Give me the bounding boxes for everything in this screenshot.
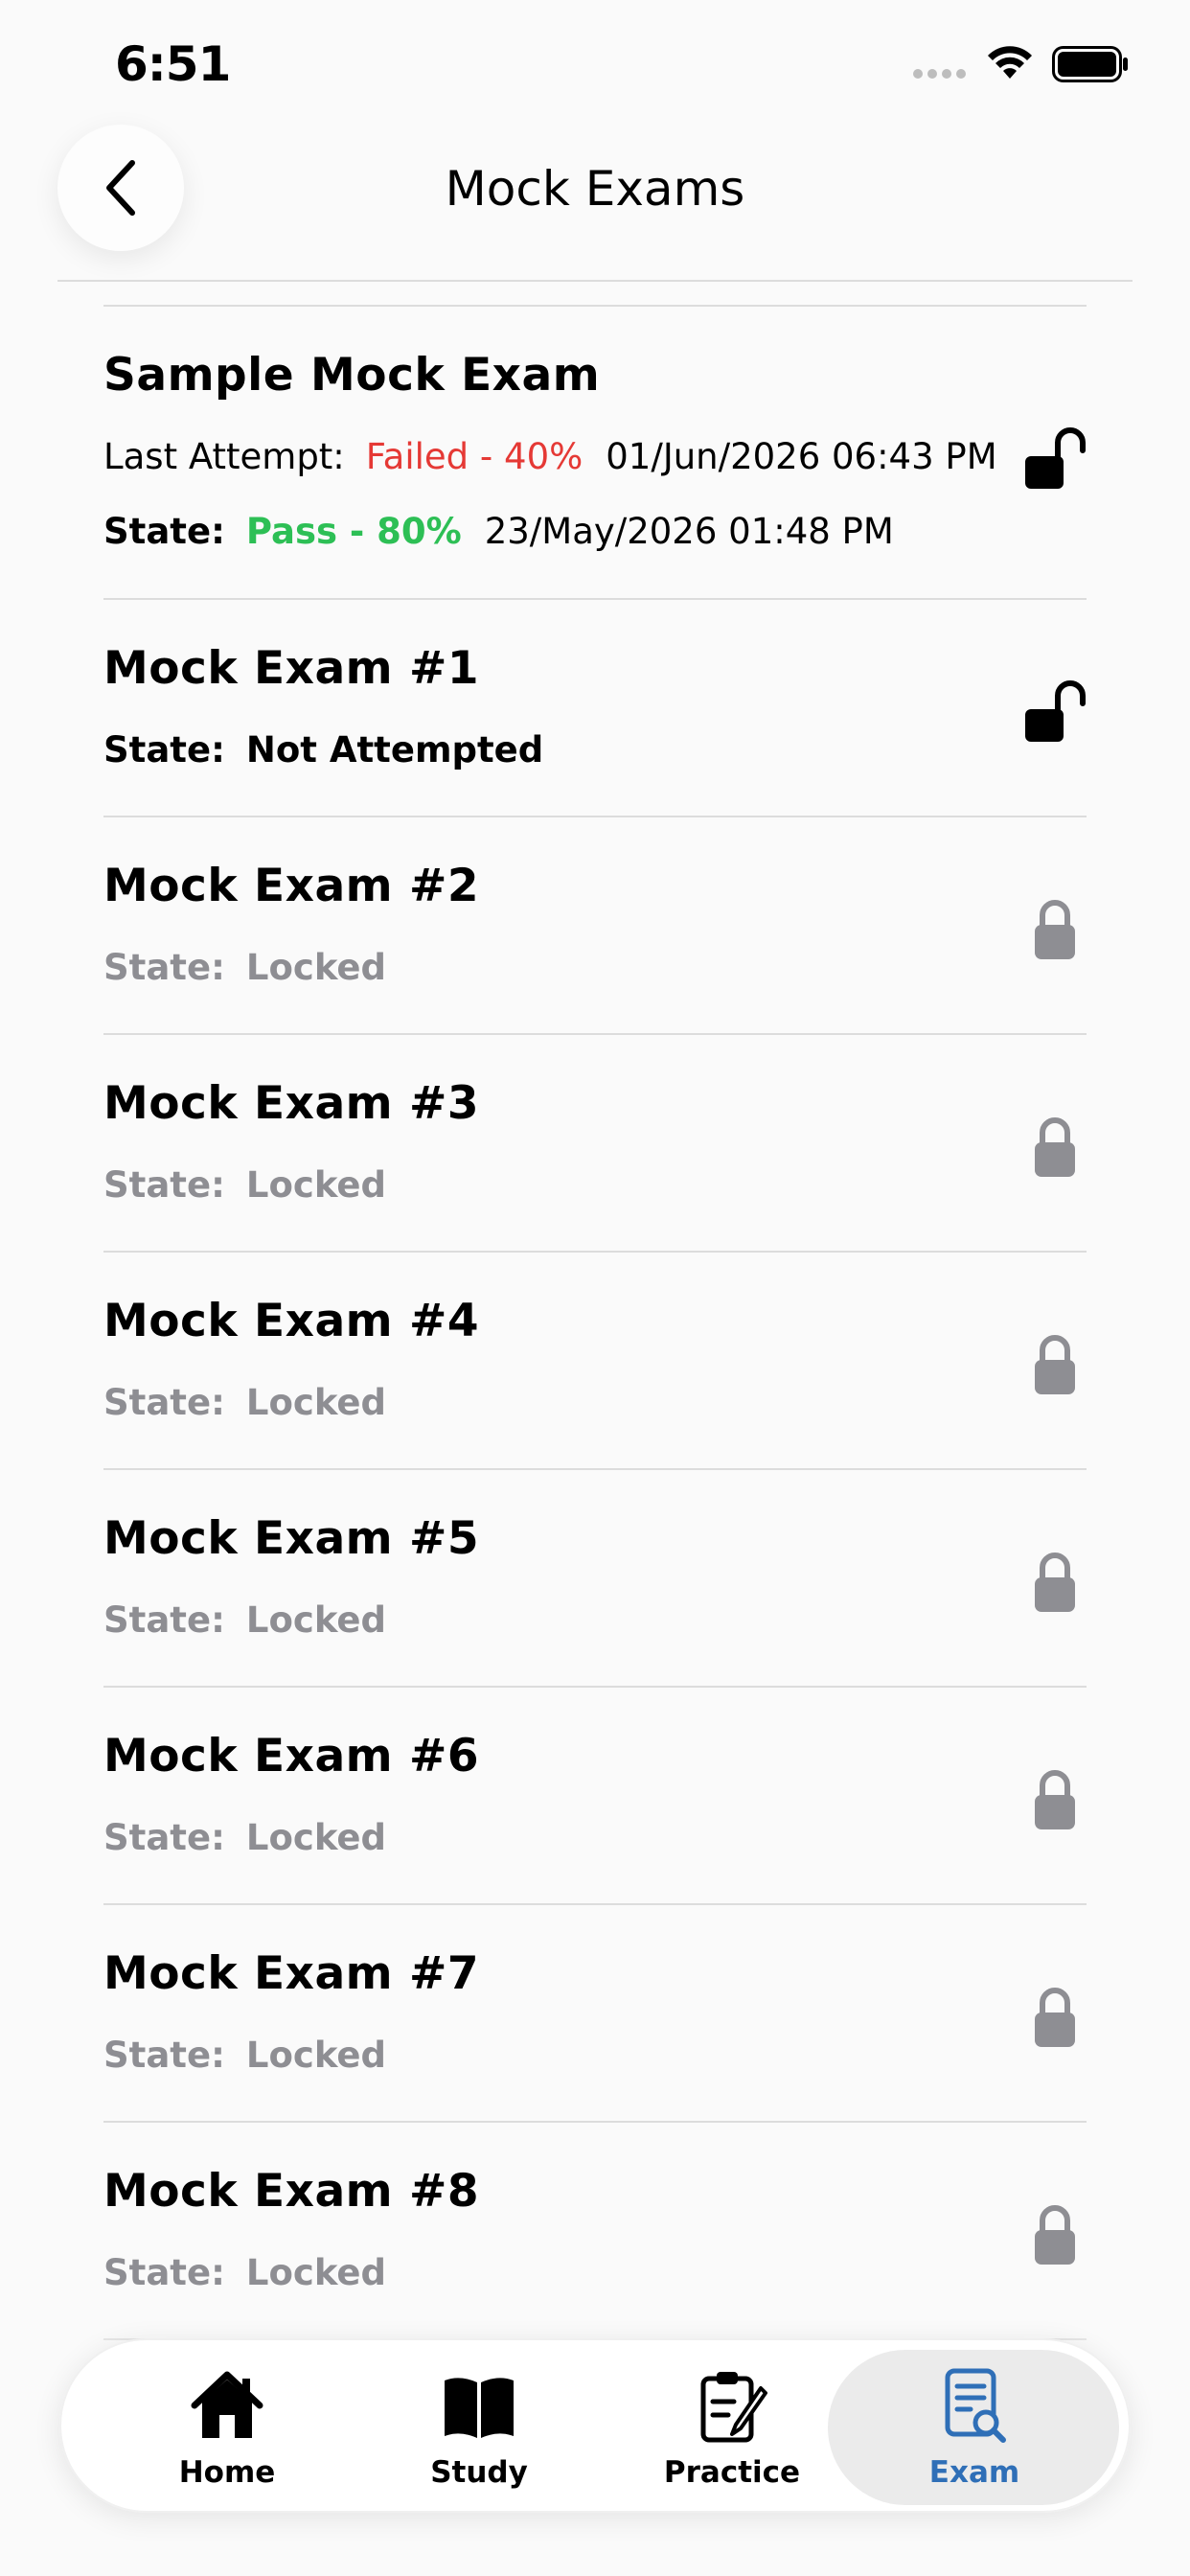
- state-value: Not Attempted: [245, 729, 544, 770]
- nav-label: Home: [178, 2455, 276, 2490]
- exam-search-icon: [945, 2368, 1006, 2443]
- state-row: State: Locked: [103, 947, 386, 988]
- exam-title: Mock Exam #7: [103, 1947, 480, 2000]
- state-label: State:: [103, 947, 225, 988]
- nav-label: Practice: [663, 2455, 801, 2490]
- unlocked-icon: [1025, 427, 1086, 489]
- state-value: Locked: [245, 1599, 387, 1641]
- exam-item-1[interactable]: Mock Exam #1 State: Not Attempted: [103, 598, 1087, 816]
- header-divider: [57, 280, 1133, 282]
- exam-item-5[interactable]: Mock Exam #5 State: Locked: [103, 1468, 1087, 1686]
- nav-item-home[interactable]: Home: [122, 2340, 332, 2515]
- nav-item-study[interactable]: Study: [374, 2340, 584, 2515]
- wifi-icon: [988, 46, 1032, 79]
- last-attempt-label: Last Attempt:: [103, 436, 345, 477]
- last-attempt-row: Last Attempt: Failed - 40% 01/Jun/2026 06:…: [103, 436, 997, 477]
- last-attempt-date: 01/Jun/2026 06:43 PM: [606, 436, 997, 477]
- exam-title: Mock Exam #1: [103, 642, 480, 695]
- cellular-signal-icon: [913, 69, 966, 79]
- state-result: Pass - 80%: [245, 511, 462, 552]
- state-label: State:: [103, 511, 225, 552]
- last-attempt-result: Failed - 40%: [365, 436, 584, 477]
- page-title: Mock Exams: [445, 161, 745, 217]
- state-value: Locked: [245, 1817, 387, 1858]
- exam-list: Sample Mock Exam Last Attempt: Failed - 4…: [103, 305, 1087, 2348]
- lock-icon: [1035, 2205, 1075, 2265]
- exam-title: Mock Exam #3: [103, 1077, 480, 1130]
- lock-icon: [1035, 900, 1075, 959]
- nav-item-exam[interactable]: Exam: [869, 2340, 1080, 2515]
- state-label: State:: [103, 1164, 225, 1206]
- exam-title: Mock Exam #5: [103, 1512, 480, 1565]
- nav-item-practice[interactable]: Practice: [627, 2340, 837, 2515]
- exam-item-2[interactable]: Mock Exam #2 State: Locked: [103, 816, 1087, 1033]
- header: Mock Exams: [0, 125, 1190, 283]
- battery-icon: [1052, 46, 1128, 82]
- state-row: State: Locked: [103, 2035, 386, 2076]
- status-time: 6:51: [115, 36, 231, 92]
- exam-title: Mock Exam #4: [103, 1295, 480, 1347]
- state-label: State:: [103, 729, 225, 770]
- state-date: 23/May/2026 01:48 PM: [484, 511, 894, 552]
- state-label: State:: [103, 2035, 225, 2076]
- exam-item-sample[interactable]: Sample Mock Exam Last Attempt: Failed - 4…: [103, 305, 1087, 598]
- state-label: State:: [103, 1817, 225, 1858]
- state-value: Locked: [245, 1382, 387, 1423]
- nav-label: Exam: [928, 2455, 1020, 2490]
- exam-title: Mock Exam #6: [103, 1730, 480, 1782]
- lock-icon: [1035, 1335, 1075, 1394]
- exam-item-3[interactable]: Mock Exam #3 State: Locked: [103, 1033, 1087, 1251]
- bottom-nav: Home Study Practice Exam: [59, 2338, 1131, 2513]
- state-row: State: Locked: [103, 1817, 386, 1858]
- state-row: State: Locked: [103, 1599, 386, 1641]
- state-value: Locked: [245, 1164, 387, 1206]
- nav-label: Study: [430, 2455, 528, 2490]
- lock-icon: [1035, 1770, 1075, 1829]
- state-row: State: Pass - 80% 23/May/2026 01:48 PM: [103, 511, 894, 552]
- state-label: State:: [103, 1382, 225, 1423]
- state-row: State: Locked: [103, 2252, 386, 2293]
- exam-item-6[interactable]: Mock Exam #6 State: Locked: [103, 1686, 1087, 1903]
- state-row: State: Not Attempted: [103, 729, 543, 770]
- clipboard-edit-icon: [700, 2372, 767, 2443]
- state-value: Locked: [245, 2252, 387, 2293]
- exam-item-4[interactable]: Mock Exam #4 State: Locked: [103, 1251, 1087, 1468]
- state-label: State:: [103, 1599, 225, 1641]
- state-value: Locked: [245, 2035, 387, 2076]
- lock-icon: [1035, 1988, 1075, 2047]
- exam-title: Mock Exam #8: [103, 2165, 480, 2218]
- state-row: State: Locked: [103, 1164, 386, 1206]
- state-value: Locked: [245, 947, 387, 988]
- exam-title: Sample Mock Exam: [103, 349, 601, 402]
- exam-title: Mock Exam #2: [103, 860, 480, 912]
- lock-icon: [1035, 1117, 1075, 1177]
- state-label: State:: [103, 2252, 225, 2293]
- unlocked-icon: [1025, 680, 1086, 742]
- state-row: State: Locked: [103, 1382, 386, 1423]
- lock-icon: [1035, 1552, 1075, 1612]
- exam-item-7[interactable]: Mock Exam #7 State: Locked: [103, 1903, 1087, 2121]
- status-bar: 6:51: [0, 0, 1190, 125]
- home-icon: [191, 2371, 263, 2438]
- book-icon: [445, 2378, 514, 2438]
